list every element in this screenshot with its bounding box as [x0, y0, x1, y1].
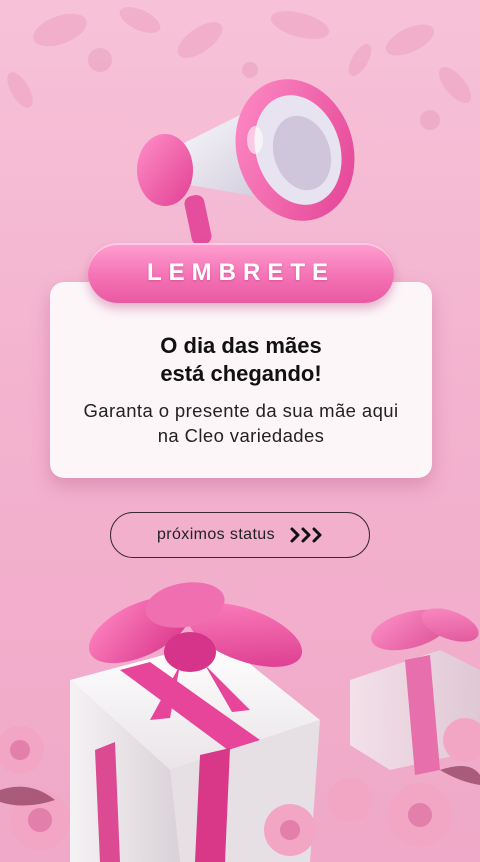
triple-chevron-right-icon [290, 527, 322, 543]
reminder-title: O dia das mães está chegando! [160, 333, 322, 386]
megaphone-icon [137, 79, 355, 246]
reminder-badge-label: LEMBRETE [147, 259, 335, 286]
reminder-badge: LEMBRETE [88, 243, 394, 303]
gift-boxes-illustration [0, 582, 480, 862]
next-status-label: próximos status [156, 526, 276, 543]
reminder-card: O dia das mães está chegando! Garanta o … [50, 282, 432, 478]
reminder-subtitle: Garanta o presente da sua mãe aqui na Cl… [83, 400, 399, 446]
next-status-button[interactable]: próximos status [110, 512, 370, 558]
